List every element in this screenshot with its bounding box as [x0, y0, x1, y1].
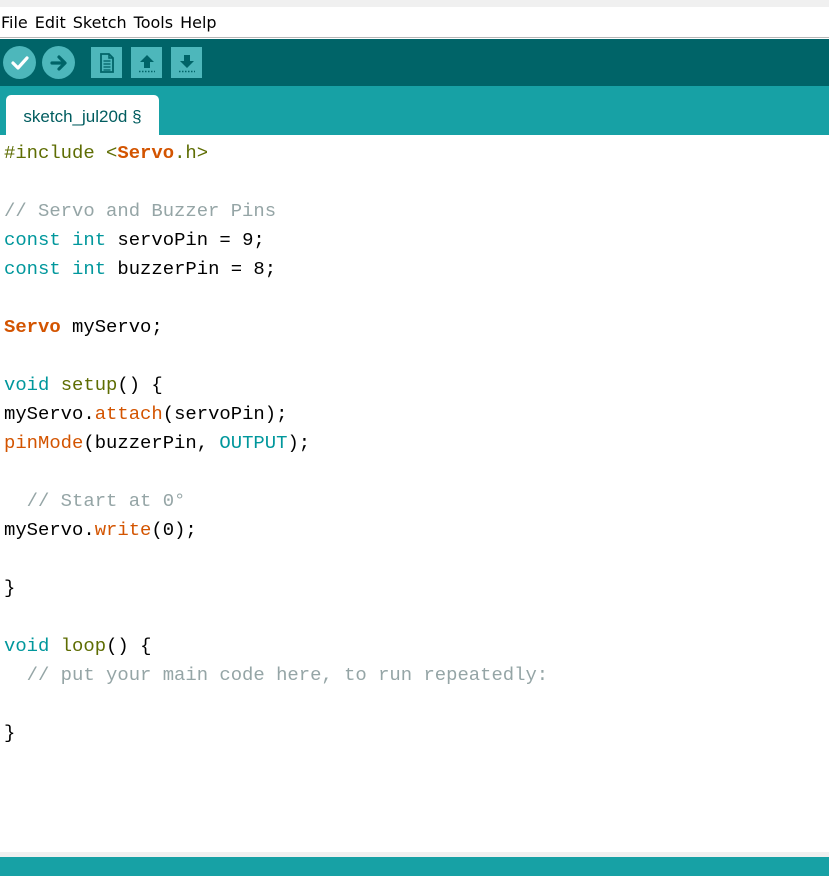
code-line-9: void setup() { — [4, 371, 163, 400]
menu-bar: File Edit Sketch Tools Help — [0, 7, 829, 38]
code-token: } — [4, 722, 16, 744]
code-line-19: // put your main code here, to run repea… — [4, 661, 548, 690]
code-token: Servo — [117, 142, 175, 164]
verify-icon — [10, 55, 29, 70]
code-token: // put your main code here, to run repea… — [4, 664, 549, 686]
code-token: < — [106, 142, 118, 164]
code-line-14: myServo.write(0); — [4, 516, 197, 545]
code-token: void — [4, 374, 50, 396]
code-line-5: const int buzzerPin = 8; — [4, 255, 276, 284]
code-line-16: } — [4, 574, 15, 603]
code-token: // Servo and Buzzer Pins — [4, 200, 277, 222]
code-token: setup — [60, 374, 118, 396]
save-arrow-down-icon — [178, 54, 195, 72]
code-token: void — [4, 635, 50, 657]
menu-sketch[interactable]: Sketch — [72, 13, 127, 32]
code-token: int — [72, 229, 107, 251]
code-token: const — [4, 229, 61, 251]
code-token: } — [4, 577, 16, 599]
open-arrow-up-icon — [138, 54, 155, 72]
upload-arrow-icon — [49, 54, 67, 71]
tab-strip: sketch_jul20d § — [0, 86, 829, 135]
code-token: servoPin = 9; — [106, 229, 265, 251]
code-token: (buzzerPin, — [83, 432, 220, 454]
code-token: attach — [94, 403, 163, 425]
code-token: myServo. — [4, 519, 95, 541]
open-button[interactable] — [131, 47, 162, 78]
code-token: Servo — [4, 316, 61, 338]
code-token: int — [72, 258, 107, 280]
code-token: write — [94, 519, 152, 541]
code-line-21: } — [4, 719, 15, 748]
window-title-bar — [0, 0, 829, 7]
code-line-11: pinMode(buzzerPin, OUTPUT); — [4, 429, 310, 458]
menu-file[interactable]: File — [0, 13, 28, 32]
code-line-7: Servo myServo; — [4, 313, 163, 342]
code-token: #include — [4, 142, 107, 164]
upload-button[interactable] — [42, 46, 75, 79]
code-editor[interactable]: #include <Servo.h> // Servo and Buzzer P… — [0, 135, 829, 852]
code-token: ); — [287, 432, 311, 454]
code-token: myServo. — [4, 403, 95, 425]
save-button[interactable] — [171, 47, 202, 78]
code-token: myServo; — [60, 316, 163, 338]
code-line-10: myServo.attach(servoPin); — [4, 400, 287, 429]
code-token: buzzerPin = 8; — [106, 258, 277, 280]
code-token: // Start at 0° — [4, 490, 186, 512]
code-line-1: #include <Servo.h> — [4, 139, 208, 168]
code-token: pinMode — [4, 432, 84, 454]
code-token: (servoPin); — [162, 403, 288, 425]
code-token: (0); — [151, 519, 197, 541]
menu-edit[interactable]: Edit — [34, 13, 66, 32]
code-token: () { — [106, 635, 152, 657]
code-token: const — [4, 258, 61, 280]
code-line-4: const int servoPin = 9; — [4, 226, 265, 255]
code-token: .h> — [174, 142, 209, 164]
code-token: loop — [60, 635, 107, 657]
code-line-18: void loop() { — [4, 632, 151, 661]
new-file-icon — [99, 52, 114, 73]
verify-button[interactable] — [3, 46, 36, 79]
code-line-3: // Servo and Buzzer Pins — [4, 197, 276, 226]
tab-sketch[interactable]: sketch_jul20d § — [6, 95, 159, 135]
new-sketch-button[interactable] — [91, 47, 122, 78]
code-token: () { — [117, 374, 163, 396]
code-token: OUTPUT — [219, 432, 288, 454]
toolbar — [0, 39, 829, 86]
menu-help[interactable]: Help — [179, 13, 216, 32]
code-line-13: // Start at 0° — [4, 487, 186, 516]
status-bar — [0, 857, 829, 876]
menu-tools[interactable]: Tools — [133, 13, 173, 32]
